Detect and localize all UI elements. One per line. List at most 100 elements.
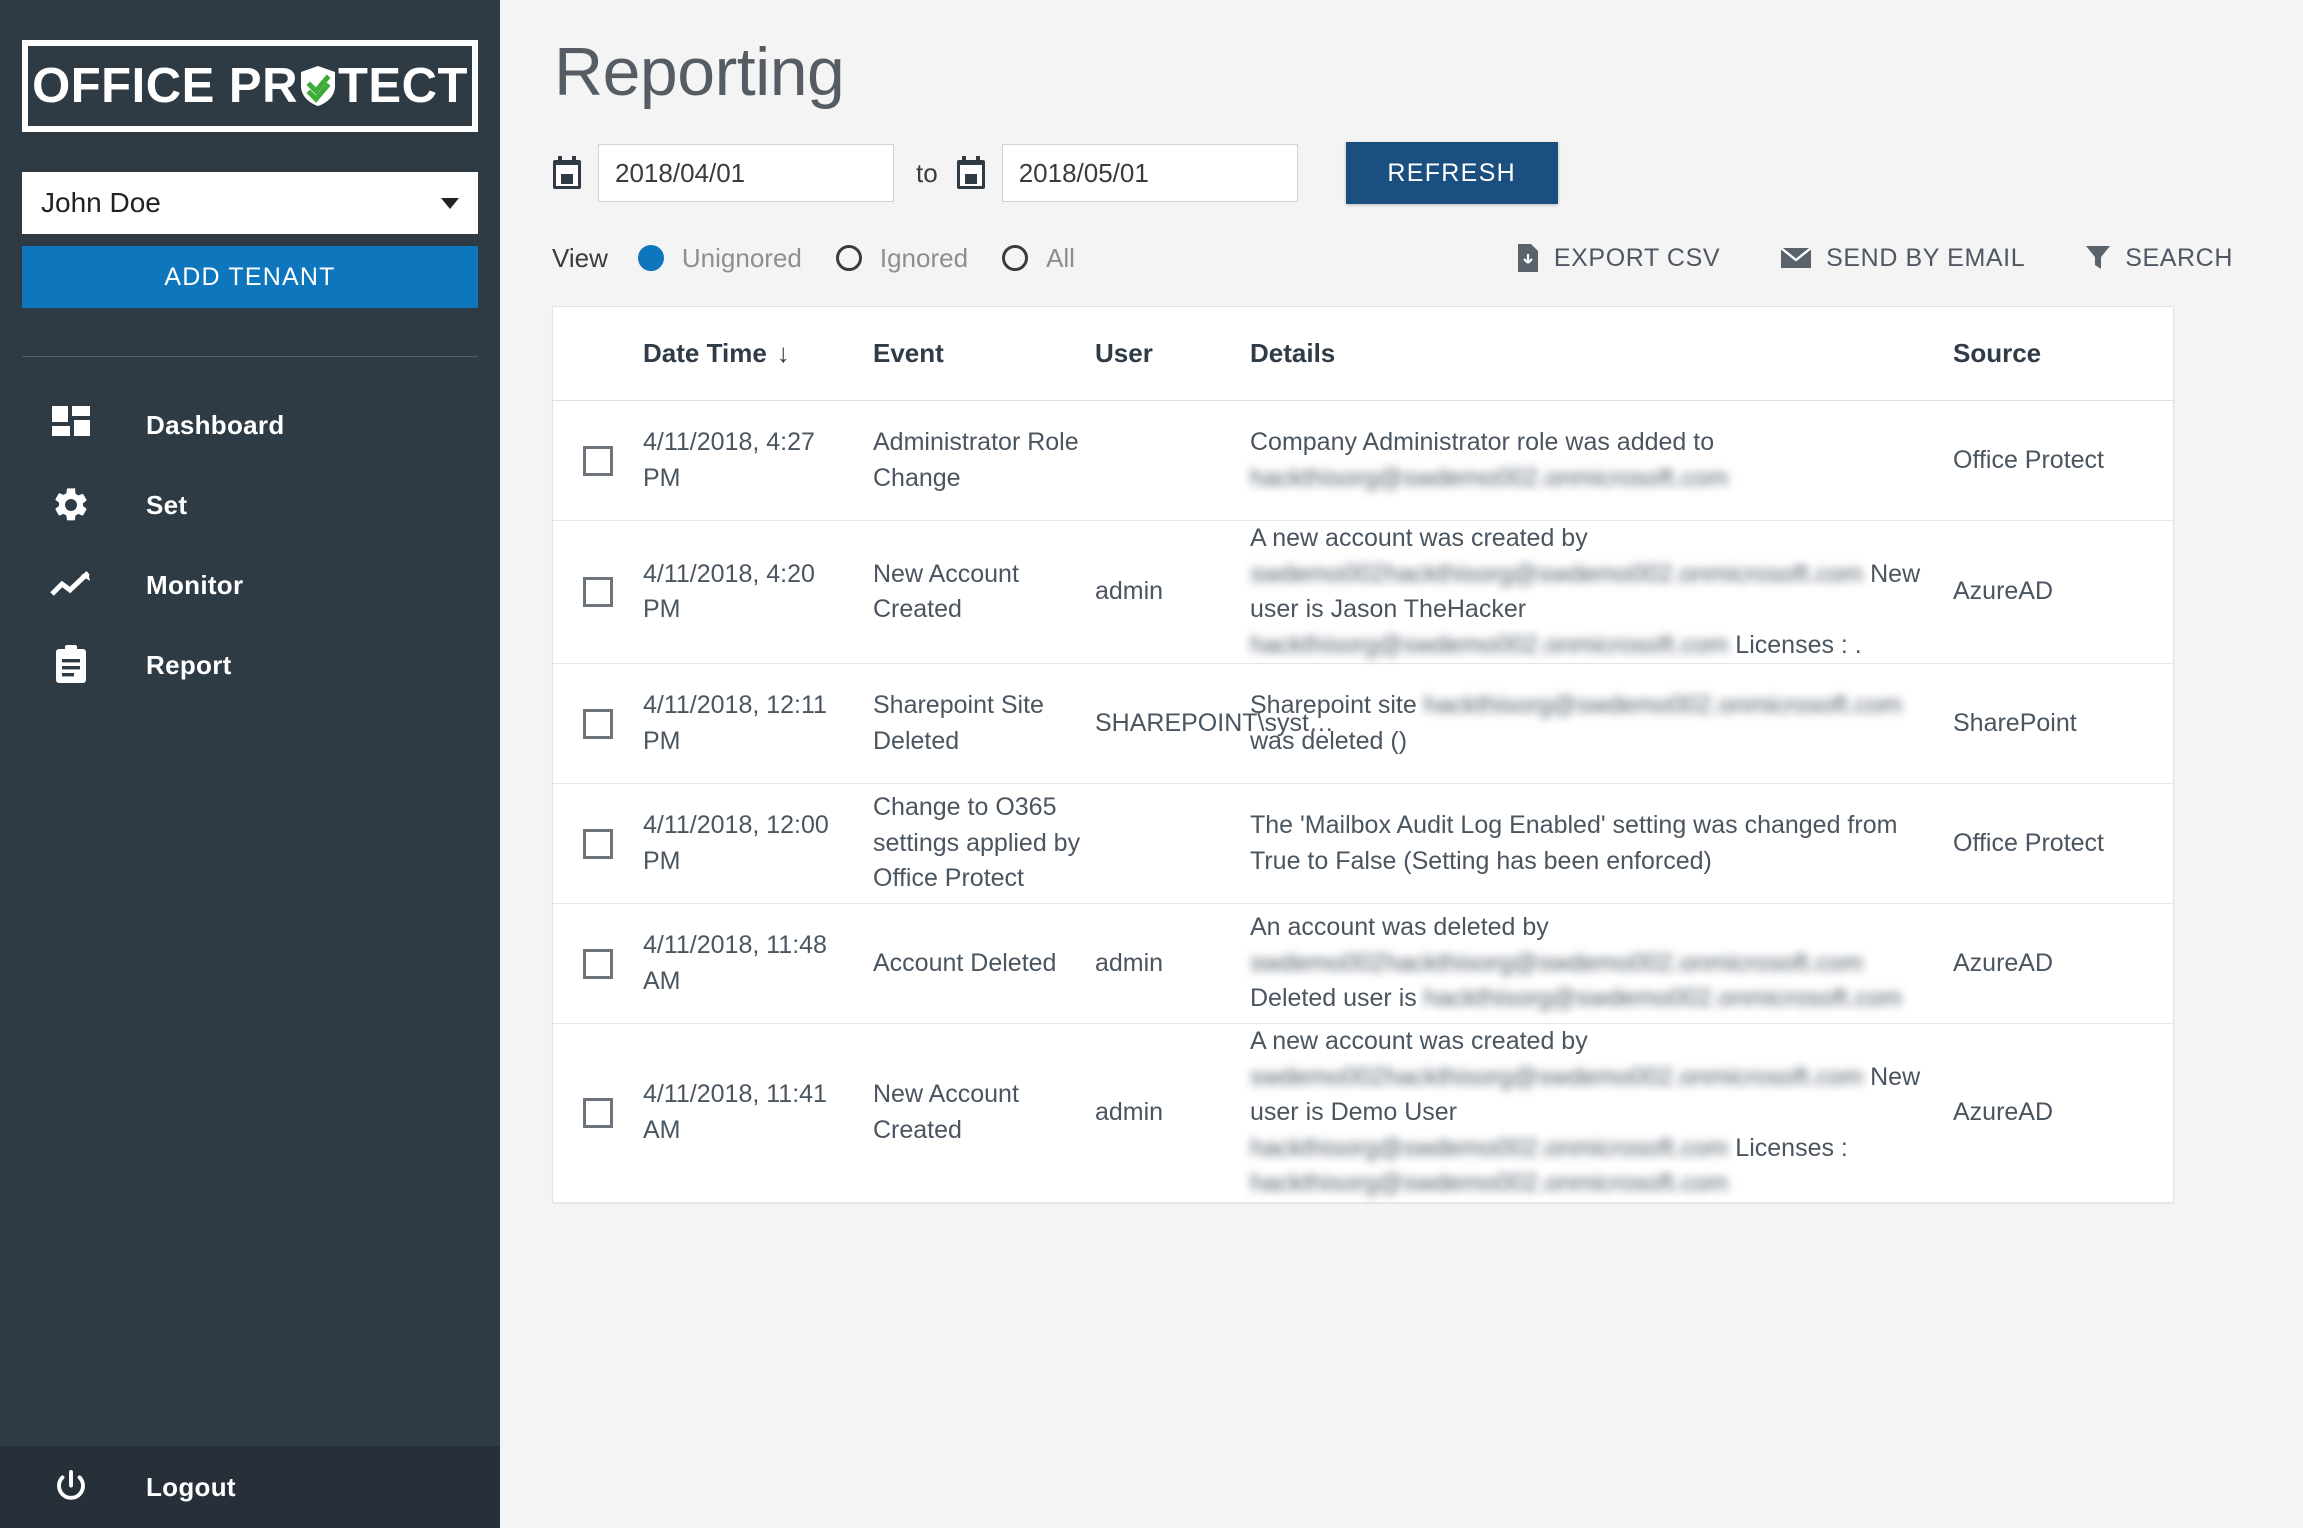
view-filter-row: View Unignored Ignored All EXPORT CSV SE… [552, 238, 2251, 278]
tenant-select[interactable]: John Doe [22, 172, 478, 234]
row-checkbox-cell [553, 1097, 643, 1128]
cell-user: admin [1095, 948, 1164, 977]
details-redacted-text: hackthisorg@swdemo002.onmicrosoft.com [1423, 984, 1903, 1013]
cell-source: AzureAD [1953, 1098, 2054, 1126]
logout-button[interactable]: Logout [0, 1446, 500, 1528]
row-checkbox-cell [553, 828, 643, 859]
send-by-email-button[interactable]: SEND BY EMAIL [1780, 244, 2025, 273]
table-row[interactable]: 4/11/2018, 11:48 AM Account Deleted admin A… [553, 904, 2173, 1024]
cell-source: Office Protect [1953, 445, 2104, 474]
table-row[interactable]: 4/11/2018, 12:00 PM Change to O365 settin… [553, 784, 2173, 904]
sidebar-item-report[interactable]: Report [0, 625, 500, 705]
details-redacted-text: hackthisorg@swdemo002.onmicrosoft.com [1384, 948, 1864, 977]
calendar-icon[interactable] [956, 156, 986, 190]
reporting-table: Date Time ↓ Event User Details Source 4/1… [552, 306, 2174, 1203]
cell-event: New Account Created [873, 1080, 1019, 1144]
logo-text-part2: TECT [337, 59, 468, 113]
radio-dot-icon [835, 245, 862, 271]
radio-ignored[interactable]: Ignored [835, 243, 968, 274]
cell-event: Administrator Role Change [873, 428, 1079, 492]
cell-source: AzureAD [1953, 948, 2054, 977]
cell-event: New Account Created [873, 559, 1019, 624]
export-csv-button[interactable]: EXPORT CSV [1516, 243, 1720, 273]
logo-text-part1: OFFICE PR [32, 59, 298, 113]
cell-date-time: 4/11/2018, 11:48 AM [643, 931, 827, 995]
radio-unignored[interactable]: Unignored [637, 243, 802, 274]
row-checkbox[interactable] [583, 708, 613, 739]
column-header-event[interactable]: Event [873, 338, 1095, 369]
clipboard-icon [48, 645, 94, 685]
row-checkbox[interactable] [583, 1097, 613, 1128]
column-header-user[interactable]: User [1095, 338, 1250, 369]
row-checkbox-cell [553, 708, 643, 739]
column-header-date-time[interactable]: Date Time ↓ [643, 338, 873, 369]
details-text: was deleted () [1250, 726, 1408, 755]
details-redacted-text: hackthisorg@swdemo002.onmicrosoft.com [1250, 1169, 1729, 1197]
main-content: Reporting to [500, 0, 2303, 1528]
row-checkbox[interactable] [583, 445, 613, 476]
cell-user: admin [1095, 1098, 1164, 1126]
date-to-input[interactable] [1001, 144, 1298, 202]
add-tenant-button[interactable]: ADD TENANT [22, 246, 478, 308]
cell-source: AzureAD [1953, 577, 2054, 606]
cell-date-time: 4/11/2018, 4:27 PM [643, 428, 815, 492]
details-text: A new account was created by [1250, 1027, 1588, 1055]
details-redacted-text: swdemo002 [1250, 559, 1385, 588]
details-text: Licenses : . [1728, 630, 1862, 659]
cell-date-time: 4/11/2018, 11:41 AM [643, 1080, 827, 1144]
details-text: Sharepoint site [1250, 691, 1424, 719]
envelope-icon [1780, 246, 1812, 270]
row-checkbox-cell [553, 577, 643, 607]
cell-date-time: 4/11/2018, 4:20 PM [643, 559, 815, 624]
cell-details: A new account was created by swdemo002ha… [1250, 1024, 1953, 1202]
search-label: SEARCH [2125, 243, 2233, 272]
filter-funnel-icon [2085, 244, 2111, 272]
column-header-details[interactable]: Details [1250, 338, 1953, 369]
sidebar: OFFICE PRTECT John Doe ADD TENANT Dashb [0, 0, 500, 1528]
details-text: A new account was created by [1250, 524, 1588, 552]
sidebar-item-label: Dashboard [146, 409, 285, 440]
chevron-down-icon [441, 197, 459, 209]
radio-all[interactable]: All [1002, 243, 1075, 274]
details-redacted-text: hackthisorg@swdemo002.onmicrosoft.com [1250, 463, 1729, 492]
table-row[interactable]: 4/11/2018, 11:41 AM New Account Created ad… [553, 1024, 2173, 1202]
table-body: 4/11/2018, 4:27 PM Administrator Role Cha… [553, 401, 2173, 1202]
refresh-button[interactable]: REFRESH [1345, 142, 1558, 204]
page-title: Reporting [554, 34, 845, 110]
details-redacted-text: hackthisorg@swdemo002.onmicrosoft.com [1423, 691, 1903, 719]
details-redacted-text: swdemo002 [1250, 948, 1385, 977]
row-checkbox[interactable] [583, 948, 613, 979]
details-redacted-text: hackthisorg@swdemo002.onmicrosoft.com [1250, 1133, 1729, 1162]
row-checkbox[interactable] [583, 828, 613, 859]
date-from-input[interactable] [598, 144, 894, 202]
column-header-source[interactable]: Source [1953, 338, 2173, 369]
table-header-row: Date Time ↓ Event User Details Source [553, 307, 2173, 401]
details-redacted-text: hackthisorg@swdemo002.onmicrosoft.com [1384, 1062, 1864, 1091]
cell-event: Change to O365 settings applied by Offic… [873, 793, 1081, 893]
search-button[interactable]: SEARCH [2085, 244, 2233, 273]
sidebar-item-set[interactable]: Set [0, 465, 500, 545]
sidebar-item-dashboard[interactable]: Dashboard [0, 385, 500, 465]
details-text: The 'Mailbox Audit Log Enabled' setting … [1250, 811, 1898, 875]
details-text: An account was deleted by [1250, 913, 1549, 942]
cell-source: SharePoint [1953, 708, 2077, 737]
sidebar-item-label: Report [146, 649, 232, 680]
details-text: Deleted user is [1250, 984, 1424, 1013]
radio-dot-icon [1002, 245, 1029, 271]
sidebar-nav: Dashboard Set Monitor Report [0, 385, 500, 705]
cell-user: SHAREPOINT\syst… [1095, 708, 1334, 737]
row-checkbox[interactable] [583, 577, 613, 607]
cell-details: An account was deleted by swdemo002hackt… [1250, 910, 1953, 1017]
power-icon [48, 1469, 94, 1505]
cell-date-time: 4/11/2018, 12:11 PM [643, 691, 827, 755]
tenant-select-value: John Doe [41, 187, 161, 218]
cell-details: Sharepoint site hackthisorg@swdemo002.on… [1250, 688, 1953, 759]
sort-arrow-icon: ↓ [776, 338, 790, 368]
send-by-email-label: SEND BY EMAIL [1826, 243, 2026, 272]
details-redacted-text: hackthisorg@swdemo002.onmicrosoft.com [1384, 559, 1864, 588]
table-row[interactable]: 4/11/2018, 4:27 PM Administrator Role Cha… [553, 401, 2173, 521]
table-row[interactable]: 4/11/2018, 4:20 PM New Account Created adm… [553, 521, 2173, 664]
calendar-icon[interactable] [552, 156, 582, 190]
sidebar-item-monitor[interactable]: Monitor [0, 545, 500, 625]
table-row[interactable]: 4/11/2018, 12:11 PM Sharepoint Site Delet… [553, 664, 2173, 784]
